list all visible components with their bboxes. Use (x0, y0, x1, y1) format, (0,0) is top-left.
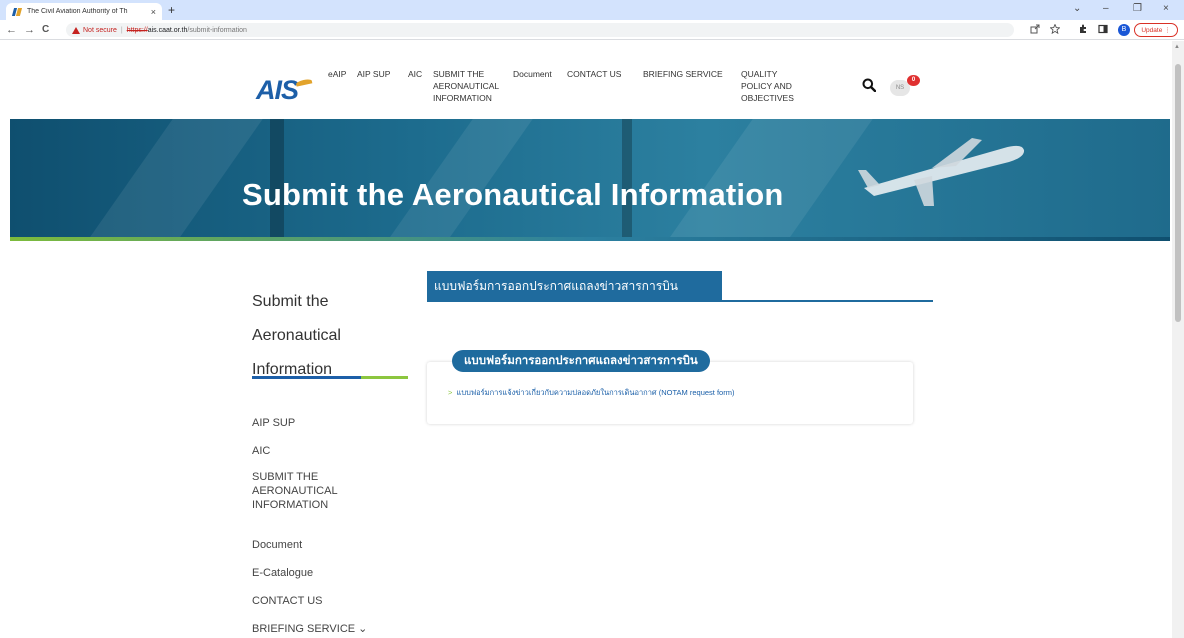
page-title: Submit the Aeronautical Information (242, 177, 784, 212)
share-icon[interactable] (1030, 24, 1040, 34)
menu-item-submit-aeronautical-information[interactable]: SUBMIT THE AERONAUTICAL INFORMATION (433, 68, 499, 104)
bookmark-star-icon[interactable] (1050, 24, 1060, 34)
update-label: Update (1141, 26, 1163, 34)
menu-item-contact-us[interactable]: CONTACT US (567, 68, 621, 80)
not-secure-label[interactable]: Not secure (83, 27, 117, 34)
warning-triangle-icon (72, 26, 80, 34)
tab-search-icon[interactable]: ⌄ (1073, 3, 1081, 14)
close-window-icon[interactable]: × (1163, 3, 1169, 14)
menu-item-aip-sup[interactable]: AIP SUP (357, 68, 390, 80)
url-separator: | (120, 26, 123, 34)
scroll-up-arrow-icon[interactable]: ▲ (1174, 44, 1180, 50)
sidebar-item-briefing-service[interactable]: BRIEFING SERVICE ⌄ (252, 622, 367, 636)
url-field[interactable]: Not secure | https:// ais.caat.or.th /su… (66, 23, 1014, 37)
address-bar: ← → C Not secure | https:// ais.caat.or.… (0, 20, 1184, 40)
update-button[interactable]: Update ⋮ (1134, 23, 1178, 37)
url-scheme: https:// (126, 26, 148, 34)
site-header (0, 41, 1170, 119)
minimize-icon[interactable]: – (1103, 3, 1109, 14)
ais-logo[interactable]: AIS (256, 75, 299, 106)
menu-item-briefing-service[interactable]: BRIEFING SERVICE (643, 68, 723, 80)
sidebar-title-underline (252, 376, 408, 379)
extensions-icon[interactable] (1078, 24, 1088, 34)
content-tab[interactable]: แบบฟอร์มการออกประกาศแถลงข่าวสารการบิน (427, 271, 722, 301)
tab-title: The Civil Aviation Authority of Th (27, 8, 128, 15)
scrollbar-thumb[interactable] (1175, 64, 1181, 322)
content-tab-label: แบบฟอร์มการออกประกาศแถลงข่าวสารการบิน (434, 278, 678, 293)
sidebar-item-submit-aeronautical-information[interactable]: SUBMIT THE AERONAUTICAL INFORMATION (252, 470, 338, 512)
search-icon[interactable] (862, 78, 876, 92)
content-tab-rule (427, 300, 933, 302)
site-favicon-icon (12, 7, 22, 17)
sidebar-title: Submit the Aeronautical Information (252, 293, 341, 378)
back-arrow-icon[interactable]: ← (6, 23, 17, 37)
notam-request-form-link[interactable]: > แบบฟอร์มการแจ้งข่าวเกี่ยวกับความปลอดภั… (448, 387, 734, 399)
url-path: /submit-information (187, 26, 247, 34)
sidebar-item-aic[interactable]: AIC (252, 444, 270, 458)
profile-avatar[interactable]: B (1118, 24, 1130, 36)
chevron-right-icon: > (448, 388, 453, 397)
browser-tab[interactable]: The Civil Aviation Authority of Th × (6, 3, 162, 20)
sidebar-item-e-catalogue[interactable]: E-Catalogue (252, 566, 313, 580)
menu-item-aic[interactable]: AIC (408, 68, 422, 80)
menu-item-quality-policy[interactable]: QUALITY POLICY AND OBJECTIVES (741, 68, 794, 104)
card-title-pill: แบบฟอร์มการออกประกาศแถลงข่าวสารการบิน (452, 350, 710, 372)
hero-accent-line (10, 237, 1170, 241)
notification-count-badge: 0 (907, 75, 920, 86)
side-panel-icon[interactable] (1098, 24, 1108, 34)
sidebar-item-contact-us[interactable]: CONTACT US (252, 594, 323, 608)
menu-item-document[interactable]: Document (513, 68, 552, 80)
menu-item-eaip[interactable]: eAIP (328, 68, 346, 80)
sidebar-item-document[interactable]: Document (252, 538, 302, 552)
sidebar-item-aip-sup[interactable]: AIP SUP (252, 416, 295, 430)
tab-close-icon[interactable]: × (151, 7, 156, 17)
url-host: ais.caat.or.th (147, 26, 188, 34)
new-tab-button[interactable]: + (168, 3, 175, 17)
forward-arrow-icon[interactable]: → (24, 23, 35, 37)
airplane-icon (858, 138, 1025, 206)
card-title: แบบฟอร์มการออกประกาศแถลงข่าวสารการบิน (464, 355, 698, 367)
restore-icon[interactable]: ❐ (1133, 3, 1142, 14)
notam-link-text: แบบฟอร์มการแจ้งข่าวเกี่ยวกับความปลอดภัยใ… (456, 388, 735, 397)
reload-icon[interactable]: C (42, 23, 49, 37)
browser-tab-bar: The Civil Aviation Authority of Th × + ⌄… (0, 0, 1184, 20)
